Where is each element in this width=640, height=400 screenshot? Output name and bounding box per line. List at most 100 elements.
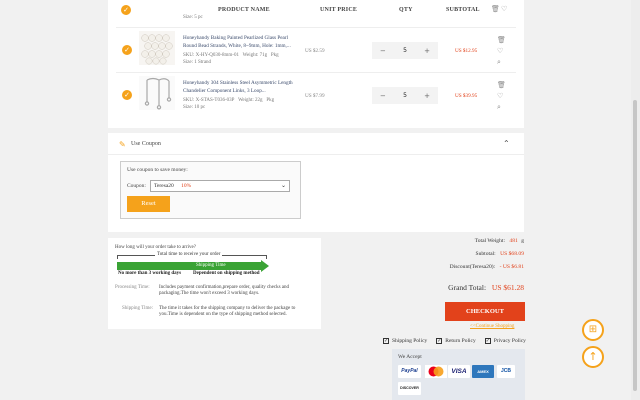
product-unit: Pkg [266, 98, 275, 103]
coupon-select[interactable]: Teresa20 10% ⌄ [150, 180, 290, 192]
product-unit: Pkg [270, 53, 279, 58]
coupon-discount: 10% [181, 183, 192, 189]
quantity-value[interactable]: 5 [403, 92, 407, 99]
policy-label: Shipping Policy [392, 338, 428, 344]
cart-row: ✓ Honeyhandy 304 Stainless Steel Asymmet… [108, 73, 524, 117]
grand-total-row: Grand Total: US $61.28 [420, 283, 524, 292]
check-icon: ✓ [484, 338, 491, 344]
search-icon[interactable]: ⌕ [497, 58, 501, 66]
heart-icon[interactable]: ♡ [497, 92, 503, 100]
unit-price: US $2.59 [305, 48, 325, 54]
subtotal-label: Subtotal: [475, 251, 496, 257]
shipping-bar-label: Shipping Time [196, 263, 226, 268]
subtotal-value: US $68.09 [500, 251, 524, 257]
shipping-policy-checkbox[interactable]: ✓ Shipping Policy [383, 338, 427, 344]
processing-time-title: Processing Time: [115, 285, 150, 290]
product-sku-value: SKU: X-STAS-T036-03P [183, 98, 235, 103]
paypal-logo: PayPal [398, 365, 421, 378]
total-weight-unit: g [521, 238, 524, 244]
decrease-button[interactable]: − [380, 47, 386, 55]
privacy-policy-checkbox[interactable]: ✓ Privacy Policy [484, 338, 526, 344]
we-accept-title: We Accept [398, 354, 422, 360]
product-weight: Weight: 22g [238, 98, 263, 103]
reset-button[interactable]: Reset [127, 196, 170, 212]
item-subtotal: US $39.95 [455, 93, 478, 99]
select-all-check-icon[interactable]: ✓ [121, 5, 131, 15]
product-sku: SKU: X-STAS-T036-03P Weight: 22g Pkg [183, 97, 274, 104]
coupon-prompt: Use coupon to save money: [127, 167, 188, 173]
policy-label: Return Policy [445, 338, 476, 344]
amex-logo: AMEX [472, 365, 494, 378]
divider [116, 27, 516, 28]
processing-time-desc: Includes payment confirmation,prepare or… [159, 285, 290, 296]
jcb-logo: JCB [497, 365, 515, 378]
shipping-time-title: Shipping Time: [122, 306, 153, 311]
grand-total-label: Grand Total: [448, 283, 487, 292]
discount-row: Discount(Teresa20): - US $6.81 [400, 264, 524, 270]
shipping-info-card: How long will your order take to arrive?… [108, 238, 321, 329]
shipping-note: Dependent on shipping method [193, 271, 260, 276]
column-product-name: PRODUCT NAME [218, 7, 270, 13]
discount-label: Discount(Teresa20): [449, 264, 496, 270]
product-size: Size: 1 Strand [183, 60, 212, 65]
shipping-question: How long will your order take to arrive? [115, 245, 196, 250]
quantity-stepper: − 5 + [372, 42, 438, 59]
grand-total-value: US $61.28 [491, 283, 524, 292]
search-icon[interactable]: ⌕ [497, 103, 501, 111]
trash-all-icon[interactable]: 🗑 [491, 5, 500, 13]
product-image-pearls[interactable] [139, 31, 175, 65]
trash-icon[interactable]: 🗑 [497, 36, 506, 44]
trash-icon[interactable]: 🗑 [497, 81, 506, 89]
gift-icon[interactable]: ⊞ [582, 319, 604, 341]
scrollbar-thumb[interactable] [633, 100, 637, 391]
quantity-stepper: − 5 + [372, 87, 438, 104]
we-accept-card: We Accept PayPal VISA AMEX JCB DISCOVER [392, 349, 525, 400]
check-icon: ✓ [436, 338, 443, 344]
heart-all-icon[interactable]: ♡ [501, 5, 507, 13]
total-weight: Total Weight: 481 g [420, 238, 524, 244]
increase-button[interactable]: + [424, 92, 430, 100]
heart-icon[interactable]: ♡ [497, 47, 503, 55]
item-check-icon[interactable]: ✓ [122, 45, 132, 55]
subtotal-row: Subtotal: US $68.09 [420, 251, 524, 257]
discover-logo: DISCOVER [398, 382, 421, 395]
item-subtotal: US $12.95 [455, 48, 478, 54]
processing-bar: Processing Time [117, 262, 193, 277]
column-unit-price: UNIT PRICE [320, 7, 358, 13]
chevron-down-icon: ⌄ [280, 182, 286, 189]
product-sku-value: SKU: X-HY-Q030-8mm-01 [183, 53, 239, 58]
policy-label: Privacy Policy [493, 338, 526, 344]
discount-value: - US $6.81 [499, 264, 524, 270]
product-size: Size: 10 pc [183, 105, 206, 110]
total-weight-value: 481 [509, 238, 518, 244]
divider [108, 154, 524, 155]
product-name-link[interactable]: Honeyhandy Baking Painted Pearlized Glas… [183, 34, 301, 50]
column-qty: QTY [399, 7, 413, 13]
item-check-icon[interactable]: ✓ [122, 90, 132, 100]
policy-row: ✓ Shipping Policy ✓ Return Policy ✓ Priv… [383, 338, 526, 344]
arrow-up-icon[interactable]: ↑ [582, 346, 604, 368]
continue-shopping-link[interactable]: <<Continue Shopping [470, 324, 514, 329]
check-icon: ✓ [383, 338, 389, 344]
product-weight: Weight: 71g [242, 53, 268, 58]
product-image-links[interactable] [139, 76, 175, 110]
product-name-link[interactable]: Honeyhandy 304 Stainless Steel Asymmetri… [183, 79, 301, 95]
checkout-button[interactable]: CHECKOUT [445, 302, 525, 321]
return-policy-checkbox[interactable]: ✓ Return Policy [436, 338, 476, 344]
partial-row-size: Size: 5 pc [183, 15, 203, 20]
total-time-label: Total time to receive your order [155, 252, 223, 258]
cart-card: ✓ PRODUCT NAME UNIT PRICE QTY SUBTOTAL 🗑… [108, 0, 524, 128]
coupon-icon: ✎ [119, 140, 126, 149]
product-sku: SKU: X-HY-Q030-8mm-01 Weight: 71g Pkg [183, 52, 279, 59]
chevron-up-icon[interactable]: ⌃ [503, 139, 510, 148]
shipping-time-desc: The time it takes for the shipping compa… [159, 306, 296, 317]
increase-button[interactable]: + [424, 47, 430, 55]
visa-logo: VISA [448, 365, 470, 378]
mastercard-logo [425, 365, 447, 378]
total-weight-label: Total Weight: [474, 238, 505, 244]
coupon-title[interactable]: Use Coupon [131, 141, 161, 147]
decrease-button[interactable]: − [380, 92, 386, 100]
unit-price: US $7.99 [305, 93, 325, 99]
column-subtotal: SUBTOTAL [446, 7, 480, 13]
quantity-value[interactable]: 5 [403, 47, 407, 54]
